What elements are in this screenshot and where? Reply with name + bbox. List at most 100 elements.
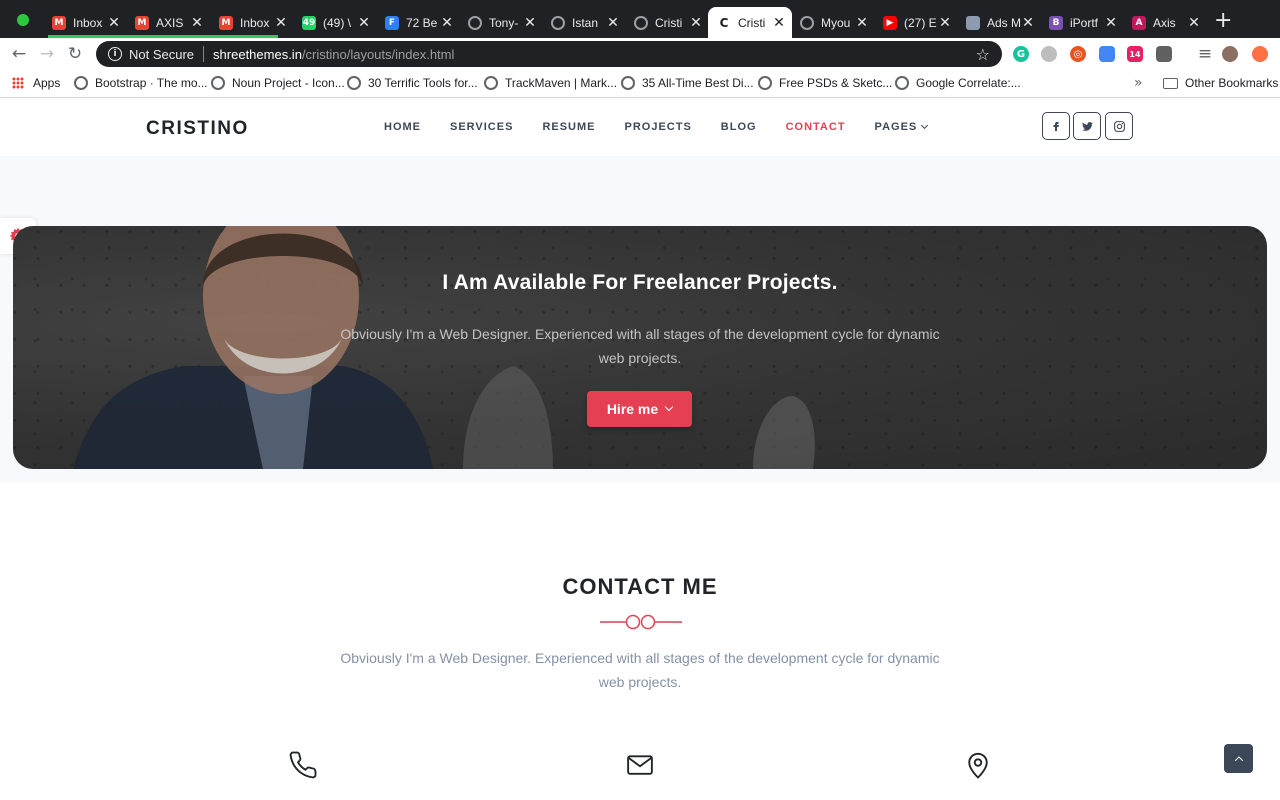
bookmark-item[interactable]: Noun Project - Icon... [211, 76, 345, 90]
nav-item-resume[interactable]: RESUME [542, 121, 595, 133]
main-nav: HOME SERVICES RESUME PROJECTS BLOG CONTACT PAG… [384, 121, 956, 133]
calendar-icon[interactable] [1099, 46, 1115, 62]
globe-icon [800, 15, 814, 30]
close-tab-icon[interactable]: ✕ [1187, 16, 1201, 30]
bookmark-item[interactable]: Apps [12, 76, 60, 90]
bookmark-item[interactable]: 30 Terrific Tools for... [347, 76, 478, 90]
bookmarks-overflow-icon[interactable]: » [1134, 75, 1143, 91]
screenshot-icon[interactable] [1156, 46, 1172, 62]
close-tab-icon[interactable]: ✕ [1021, 16, 1035, 30]
close-tab-icon[interactable]: ✕ [855, 16, 869, 30]
globe-icon [621, 76, 635, 90]
browser-tab[interactable]: C Cristi ✕ [708, 7, 792, 38]
bookmark-star-icon[interactable]: ☆ [976, 45, 990, 64]
phone-icon [289, 751, 317, 779]
nav-item-label: RESUME [542, 121, 596, 133]
nav-item-label: BLOG [720, 121, 757, 133]
bookmark-item[interactable]: TrackMaven | Mark... [484, 76, 617, 90]
tab-title: Tony- [489, 15, 519, 30]
globe-icon [211, 76, 225, 90]
mail-icon [627, 755, 653, 775]
site-logo[interactable]: CRISTINO [146, 118, 249, 140]
globe-icon [74, 76, 88, 90]
grammarly-icon[interactable]: G [1013, 46, 1029, 62]
close-tab-icon[interactable]: ✕ [689, 16, 703, 30]
facebook-icon[interactable] [1042, 112, 1070, 140]
instagram-icon[interactable] [1105, 112, 1133, 140]
youtube-icon: ▶ [883, 15, 897, 30]
scroll-to-top-button[interactable] [1224, 744, 1253, 773]
chevron-down-icon [921, 121, 929, 130]
close-tab-icon[interactable]: ✕ [606, 16, 620, 30]
nav-item-services[interactable]: SERVICES [450, 121, 513, 133]
close-tab-icon[interactable]: ✕ [274, 16, 288, 30]
twitter-icon[interactable] [1073, 112, 1101, 140]
tab-title: Ads M [987, 15, 1021, 30]
bookmark-item[interactable]: Free PSDs & Sketc... [758, 76, 892, 90]
nav-item-blog[interactable]: BLOG [721, 121, 757, 133]
bookmark-label: Apps [33, 76, 61, 90]
browser-tab[interactable]: Cristi ✕ [625, 7, 709, 38]
browser-tab[interactable]: Tony- ✕ [459, 7, 543, 38]
chevron-up-icon [1234, 755, 1243, 761]
browser-tab[interactable]: Myou ✕ [791, 7, 875, 38]
nav-item-projects[interactable]: PROJECTS [625, 121, 692, 133]
tab-title: iPortf [1070, 15, 1099, 30]
close-tab-icon[interactable]: ✕ [190, 16, 204, 30]
reading-list-icon[interactable]: ≡ [1194, 43, 1216, 65]
nav-item-pages[interactable]: PAGES [874, 121, 929, 133]
close-tab-icon[interactable]: ✕ [938, 16, 952, 30]
browser-tab[interactable]: M Inbox ✕ [210, 7, 294, 38]
other-bookmarks[interactable]: Other Bookmarks [1163, 76, 1278, 90]
gmail-icon: M [135, 15, 149, 30]
ubuntu-icon[interactable]: ◎ [1070, 46, 1086, 62]
vpn-icon[interactable] [1041, 46, 1057, 62]
hire-me-label: Hire me [606, 401, 659, 417]
globe-icon [484, 76, 498, 90]
gmail-icon: M [219, 15, 233, 30]
chevron-down-icon [664, 402, 674, 412]
m-badge-icon[interactable]: 14 [1127, 46, 1143, 62]
tab-title: Myou [821, 15, 851, 30]
nav-item-home[interactable]: HOME [384, 121, 421, 133]
url-host: shreethemes.in [213, 46, 302, 62]
bookmark-item[interactable]: 35 All-Time Best Di... [621, 76, 754, 90]
nav-item-contact[interactable]: CONTACT [786, 121, 846, 133]
close-tab-icon[interactable]: ✕ [772, 16, 786, 30]
browser-tab[interactable]: BiPortf ✕ [1040, 7, 1124, 38]
reload-icon[interactable]: ↻ [64, 43, 86, 65]
bookmark-item[interactable]: Bootstrap · The mo... [74, 76, 208, 90]
close-tab-icon[interactable]: ✕ [357, 16, 371, 30]
new-tab-button[interactable]: + [1214, 10, 1232, 32]
tab-title: Cristi [655, 15, 683, 30]
address-bar[interactable]: i Not Secure shreethemes.in /cristino/la… [96, 41, 1002, 67]
c-icon: C [719, 15, 729, 30]
back-arrow-icon[interactable]: ← [8, 43, 30, 65]
hire-me-button[interactable]: Hire me [587, 391, 692, 427]
update-icon[interactable] [1252, 46, 1268, 62]
close-tab-icon[interactable]: ✕ [107, 16, 121, 30]
bookmark-item[interactable]: Google Correlate:... [895, 76, 1021, 90]
info-icon[interactable]: i [108, 47, 122, 61]
globe-icon [551, 15, 565, 30]
browser-tab[interactable]: F 72 Be ✕ [376, 7, 460, 38]
title-divider-icon [600, 614, 682, 630]
nav-item-label: PAGES [874, 121, 918, 133]
close-tab-icon[interactable]: ✕ [1104, 16, 1118, 30]
window-zoom-button[interactable] [17, 14, 29, 26]
apps-grid-icon [12, 77, 24, 89]
close-tab-icon[interactable]: ✕ [523, 16, 537, 30]
browser-tab[interactable]: Istan ✕ [542, 7, 626, 38]
browser-tab[interactable]: Ads M ✕ [957, 7, 1041, 38]
axis-icon: A [1132, 15, 1146, 30]
bookmark-label: Noun Project - Icon... [232, 76, 345, 90]
browser-tab[interactable]: 49 (49) \ ✕ [293, 7, 377, 38]
browser-tab[interactable]: M AXIS ✕ [126, 7, 210, 38]
close-tab-icon[interactable]: ✕ [440, 16, 454, 30]
forward-arrow-icon[interactable]: → [36, 43, 58, 65]
browser-tab[interactable]: A Axis ✕ [1123, 7, 1207, 38]
profile-avatar[interactable] [1222, 46, 1238, 62]
browser-tab[interactable]: ▶ (27) E ✕ [874, 7, 958, 38]
browser-tab[interactable]: M Inbox ✕ [43, 7, 127, 38]
contact-description: Obviously I'm a Web Designer. Experience… [340, 650, 940, 690]
